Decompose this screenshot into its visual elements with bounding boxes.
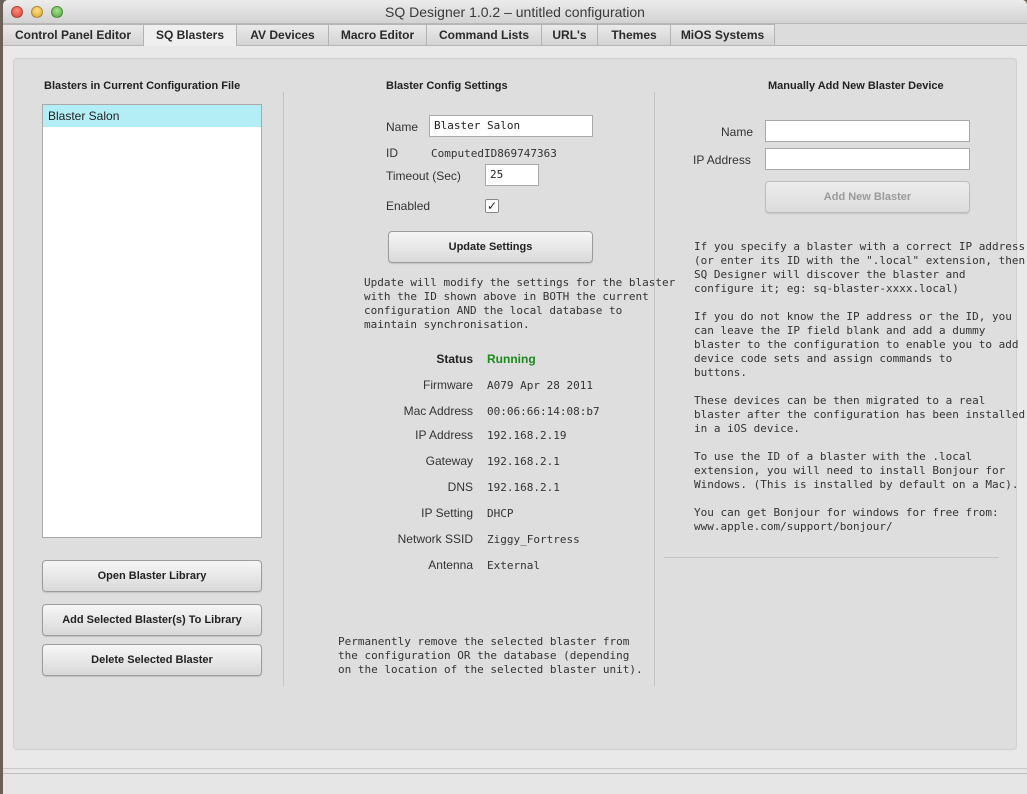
dns-label: DNS <box>447 480 473 494</box>
add-new-blaster-button[interactable]: Add New Blaster <box>765 181 970 213</box>
divider-left <box>283 92 284 686</box>
app-window: SQ Designer 1.0.2 – untitled configurati… <box>3 0 1027 794</box>
timeout-label: Timeout (Sec) <box>386 169 461 183</box>
manual-name-label: Name <box>720 125 753 139</box>
manual-name-input[interactable] <box>765 120 970 142</box>
gateway-value: 192.168.2.1 <box>487 455 560 468</box>
network-ssid-value: Ziggy_Fortress <box>487 533 580 546</box>
ip-setting-label: IP Setting <box>421 506 473 520</box>
firmware-value: A079 Apr 28 2011 <box>487 379 593 392</box>
status-value: Running <box>487 352 536 366</box>
manual-ip-label: IP Address <box>693 153 751 167</box>
tab-mios-systems[interactable]: MiOS Systems <box>671 24 775 45</box>
blasters-list-title: Blasters in Current Configuration File <box>44 80 241 92</box>
mac-address-value: 00:06:66:14:08:b7 <box>487 405 600 418</box>
help-text-3: These devices can be then migrated to a … <box>694 394 1026 435</box>
ip-address-label: IP Address <box>415 428 473 442</box>
tab-macro-editor[interactable]: Macro Editor <box>329 24 427 45</box>
enabled-label: Enabled <box>386 199 431 213</box>
list-item[interactable]: Blaster Salon <box>43 105 261 127</box>
ip-address-value: 192.168.2.19 <box>487 429 567 442</box>
name-label: Name <box>386 120 419 134</box>
blasters-list[interactable]: Blaster Salon <box>42 104 262 538</box>
network-ssid-label: Network SSID <box>397 532 473 546</box>
id-label: ID <box>386 146 398 160</box>
config-settings-title: Blaster Config Settings <box>386 80 508 92</box>
tab-sq-blasters[interactable]: SQ Blasters <box>144 24 237 46</box>
title-bar[interactable]: SQ Designer 1.0.2 – untitled configurati… <box>3 0 1027 24</box>
add-to-library-button[interactable]: Add Selected Blaster(s) To Library <box>42 604 262 636</box>
manual-ip-input[interactable] <box>765 148 970 170</box>
delete-note: Permanently remove the selected blaster … <box>338 635 643 676</box>
antenna-value: External <box>487 559 540 572</box>
tab-themes[interactable]: Themes <box>598 24 671 45</box>
help-text-1: If you specify a blaster with a correct … <box>694 240 1026 295</box>
blaster-id-value: ComputedID869747363 <box>431 147 557 160</box>
help-text-5: You can get Bonjour for windows for free… <box>694 506 999 533</box>
manual-add-title: Manually Add New Blaster Device <box>768 80 944 92</box>
help-text-2: If you do not know the IP address or the… <box>694 310 1019 379</box>
bottom-bar <box>3 768 1027 794</box>
dns-value: 192.168.2.1 <box>487 481 560 494</box>
right-divider <box>664 557 999 558</box>
update-note: Update will modify the settings for the … <box>364 276 676 331</box>
tab-control-panel-editor[interactable]: Control Panel Editor <box>3 24 144 45</box>
help-text-4: To use the ID of a blaster with the .loc… <box>694 450 1019 491</box>
tab-av-devices[interactable]: AV Devices <box>237 24 329 45</box>
status-label: Status <box>436 352 473 366</box>
antenna-label: Antenna <box>428 558 473 572</box>
mac-address-label: Mac Address <box>403 404 473 418</box>
gateway-label: Gateway <box>425 454 473 468</box>
blaster-name-input[interactable]: Blaster Salon <box>429 115 593 137</box>
update-settings-button[interactable]: Update Settings <box>388 231 593 263</box>
tab-command-lists[interactable]: Command Lists <box>427 24 542 45</box>
tab-bar: Control Panel Editor SQ Blasters AV Devi… <box>3 24 1027 46</box>
divider-right <box>654 92 655 686</box>
tab-urls[interactable]: URL's <box>542 24 598 45</box>
delete-blaster-button[interactable]: Delete Selected Blaster <box>42 644 262 676</box>
open-blaster-library-button[interactable]: Open Blaster Library <box>42 560 262 592</box>
ip-setting-value: DHCP <box>487 507 514 520</box>
timeout-input[interactable]: 25 <box>485 164 539 186</box>
window-title: SQ Designer 1.0.2 – untitled configurati… <box>385 4 645 20</box>
enabled-checkbox[interactable]: ✓ <box>485 199 499 213</box>
firmware-label: Firmware <box>423 378 473 392</box>
